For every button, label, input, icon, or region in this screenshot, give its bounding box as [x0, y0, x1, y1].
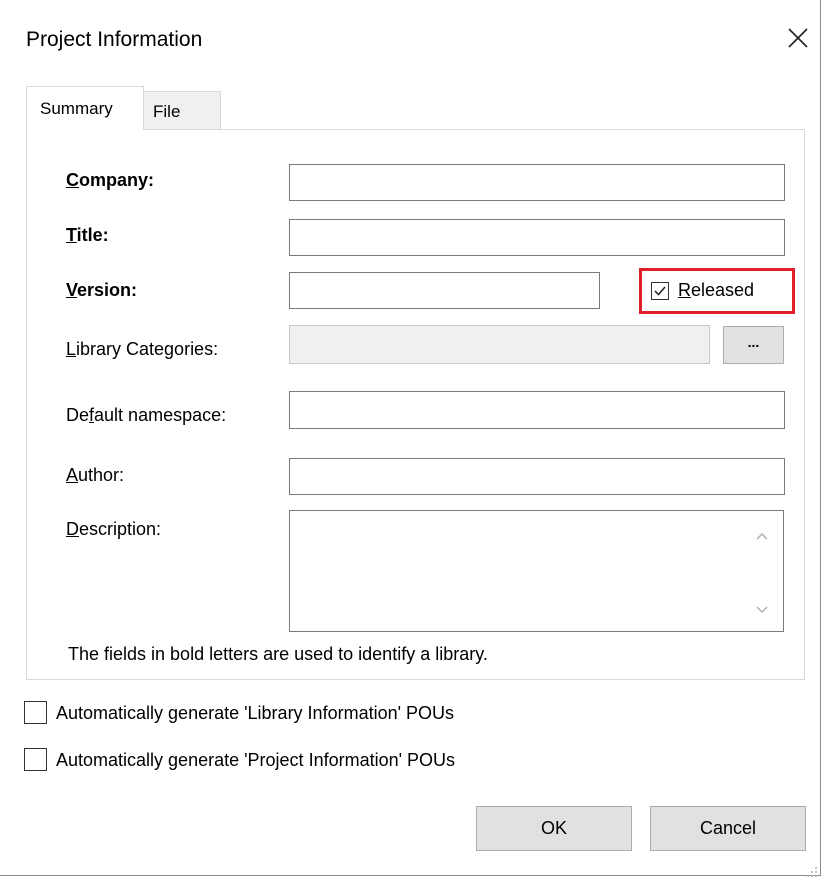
company-label: Company:	[66, 170, 155, 190]
dialog-title: Project Information	[26, 28, 203, 51]
generate-project-information-checkbox[interactable]	[24, 748, 47, 771]
description-label: Description:	[66, 519, 162, 539]
company-input[interactable]	[289, 164, 785, 201]
released-label[interactable]: Released	[678, 280, 754, 301]
library-categories-label: Library Categories:	[66, 339, 219, 359]
resize-grip-icon[interactable]	[806, 862, 818, 883]
tab-file[interactable]: File	[144, 91, 221, 129]
author-input[interactable]	[289, 458, 785, 495]
library-categories-browse-button[interactable]: ...	[723, 326, 784, 364]
tab-summary-label: Summary	[40, 99, 113, 118]
project-information-dialog: Project Information Summary File Company…	[0, 0, 821, 877]
bold-fields-note: The fields in bold letters are used to i…	[68, 644, 488, 664]
default-namespace-label: Default namespace:	[66, 405, 227, 425]
library-categories-field	[289, 325, 710, 364]
version-input[interactable]	[289, 272, 600, 309]
close-icon[interactable]	[786, 26, 810, 50]
scroll-up-icon[interactable]	[752, 526, 772, 546]
generate-library-information-checkbox[interactable]	[24, 701, 47, 724]
title-label: Title:	[66, 225, 109, 245]
default-namespace-input[interactable]	[289, 391, 785, 429]
description-textarea[interactable]	[289, 510, 784, 632]
scroll-down-icon[interactable]	[752, 600, 772, 620]
author-label: Author:	[66, 465, 125, 485]
version-label: Version:	[66, 280, 138, 300]
cancel-button[interactable]: Cancel	[650, 806, 806, 851]
title-input[interactable]	[289, 219, 785, 256]
ok-button[interactable]: OK	[476, 806, 632, 851]
released-checkbox[interactable]	[651, 282, 669, 300]
tab-file-label: File	[153, 102, 181, 121]
generate-library-information-label[interactable]: Automatically generate 'Library Informat…	[56, 703, 454, 724]
generate-project-information-label[interactable]: Automatically generate 'Project Informat…	[56, 750, 455, 771]
tab-summary[interactable]: Summary	[26, 86, 144, 130]
